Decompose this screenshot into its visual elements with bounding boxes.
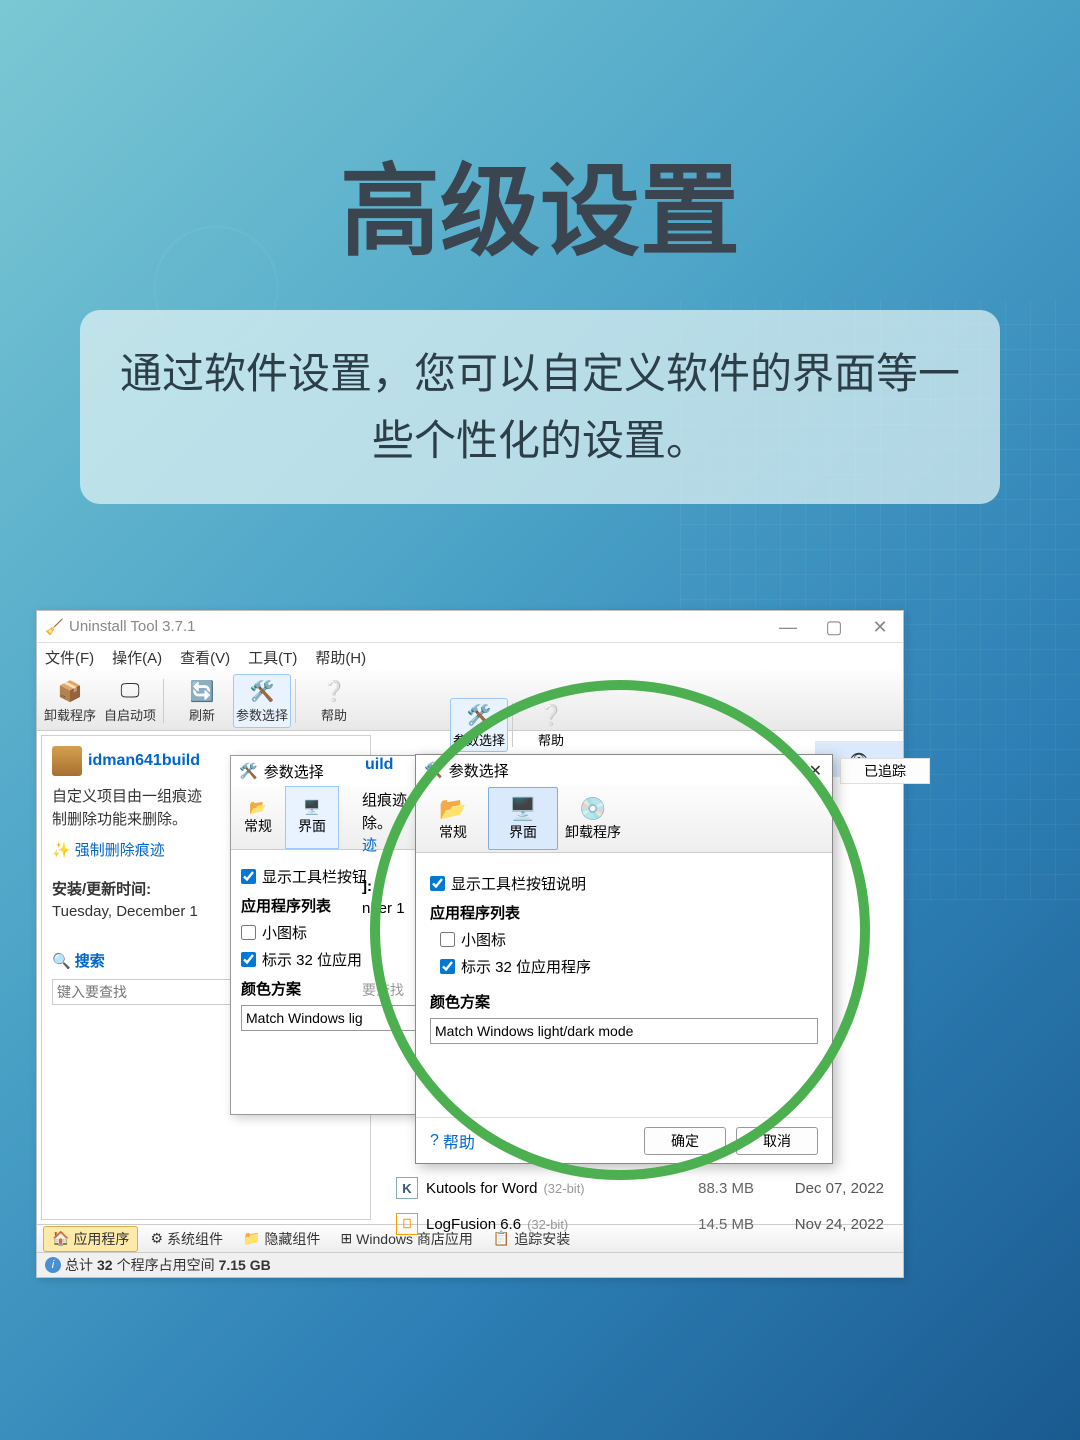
refresh-icon: 🔄 <box>188 677 216 705</box>
statusbar: i 总计 32 个程序占用空间 7.15 GB <box>37 1252 903 1277</box>
toolbar-refresh[interactable]: 🔄 刷新 <box>173 674 231 728</box>
app-icon: 🧹 <box>45 618 63 636</box>
cancel-button[interactable]: 取消 <box>736 1127 818 1155</box>
help-icon: ❔ <box>537 702 565 730</box>
help-link[interactable]: ? 帮助 <box>430 1129 475 1153</box>
tab-general[interactable]: 📂 常规 <box>418 787 488 850</box>
small-icons-checkbox[interactable] <box>241 925 256 940</box>
toolbar-uninstall[interactable]: 📦 卸载程序 <box>41 674 99 728</box>
package-icon <box>52 746 82 776</box>
page-subtitle: 通过软件设置，您可以自定义软件的界面等一些个性化的设置。 <box>80 310 1000 504</box>
tab-hidden[interactable]: 📁隐藏组件 <box>235 1227 328 1251</box>
menu-tools[interactable]: 工具(T) <box>248 647 297 668</box>
info-icon: i <box>45 1257 61 1273</box>
mark-32bit-checkbox[interactable] <box>440 959 455 974</box>
selected-app-name: idman641build <box>88 752 200 770</box>
toolbar-prefs[interactable]: 🛠️ 参数选择 <box>233 674 291 728</box>
minimize-button[interactable]: — <box>765 611 811 643</box>
wrench-icon: 🛠️ <box>465 702 493 730</box>
monitor-icon: 🖥️ <box>303 799 320 816</box>
disc-icon: 💿 <box>579 796 606 822</box>
color-scheme-select[interactable]: Match Windows light/dark mode <box>430 1018 818 1044</box>
wand-icon: ✨ <box>52 841 71 859</box>
mark-32bit-checkbox[interactable] <box>241 952 256 967</box>
color-scheme-label: 颜色方案 <box>430 991 818 1012</box>
show-tooltips-checkbox[interactable] <box>430 876 445 891</box>
show-tooltips-checkbox[interactable] <box>241 869 256 884</box>
help-icon: ❔ <box>320 677 348 705</box>
windows-icon: ⊞ <box>340 1230 352 1247</box>
folder-icon: 📂 <box>249 799 266 816</box>
home-icon: 🏠 <box>52 1230 69 1247</box>
wrench-icon: 🛠️ <box>424 761 443 779</box>
folder-icon: 📁 <box>243 1230 260 1247</box>
table-row[interactable]: ⎕ LogFusion 6.6 (32-bit) 14.5 MB Nov 24,… <box>390 1206 890 1242</box>
wrench-icon: 🛠️ <box>248 677 276 705</box>
tab-apps[interactable]: 🏠应用程序 <box>43 1226 138 1252</box>
table-row[interactable]: K Kutools for Word (32-bit) 88.3 MB Dec … <box>390 1170 890 1206</box>
toolbar-startup[interactable]: 🖵 自启动项 <box>101 674 159 728</box>
page-title: 高级设置 <box>0 130 1080 275</box>
toolbar-prefs-2[interactable]: 🛠️ 参数选择 <box>450 698 508 752</box>
toolbar-overflow: 🛠️ 参数选择 ❔ 帮助 <box>450 695 580 755</box>
close-button[interactable]: ✕ <box>809 761 822 781</box>
titlebar: 🧹 Uninstall Tool 3.7.1 — ▢ ✕ <box>37 611 903 643</box>
prefs-dialog: 🛠️ 参数选择 ✕ 📂 常规 🖥️ 界面 💿 卸载程序 显示工具栏按钮说明 应用… <box>415 754 833 1164</box>
monitor-icon: 🖥️ <box>509 796 536 822</box>
close-button[interactable]: ✕ <box>857 611 903 643</box>
help-icon: ? <box>430 1132 439 1150</box>
menu-view[interactable]: 查看(V) <box>180 647 230 668</box>
magnifier-icon: 🔍 <box>52 952 71 970</box>
app-list-section: 应用程序列表 <box>430 902 818 923</box>
ok-button[interactable]: 确定 <box>644 1127 726 1155</box>
folder-icon: 📂 <box>439 796 466 822</box>
gear-icon: ⚙ <box>150 1230 163 1247</box>
startup-icon: 🖵 <box>116 677 144 705</box>
tab-general[interactable]: 📂 常规 <box>231 786 285 849</box>
column-header-tracked[interactable]: 已追踪 <box>840 758 930 784</box>
toolbar-help[interactable]: ❔ 帮助 <box>305 674 363 728</box>
small-icons-checkbox[interactable] <box>440 932 455 947</box>
menubar: 文件(F) 操作(A) 查看(V) 工具(T) 帮助(H) <box>37 643 903 671</box>
app-icon-l: ⎕ <box>396 1213 418 1235</box>
toolbar-help-2[interactable]: ❔ 帮助 <box>522 698 580 752</box>
menu-help[interactable]: 帮助(H) <box>315 647 366 668</box>
wrench-icon: 🛠️ <box>239 762 258 780</box>
tab-ui[interactable]: 🖥️ 界面 <box>285 786 339 849</box>
menu-actions[interactable]: 操作(A) <box>112 647 162 668</box>
tab-uninstall[interactable]: 💿 卸载程序 <box>558 787 628 850</box>
window-title: Uninstall Tool 3.7.1 <box>69 618 195 635</box>
app-icon-k: K <box>396 1177 418 1199</box>
menu-file[interactable]: 文件(F) <box>45 647 94 668</box>
color-scheme-select[interactable]: Match Windows lig <box>241 1005 439 1031</box>
tab-syscomp[interactable]: ⚙系统组件 <box>142 1227 231 1251</box>
dialog-title: 参数选择 <box>264 761 324 782</box>
tab-ui[interactable]: 🖥️ 界面 <box>488 787 558 850</box>
maximize-button[interactable]: ▢ <box>811 611 857 643</box>
package-icon: 📦 <box>56 677 84 705</box>
dialog-title: 参数选择 <box>449 760 509 781</box>
